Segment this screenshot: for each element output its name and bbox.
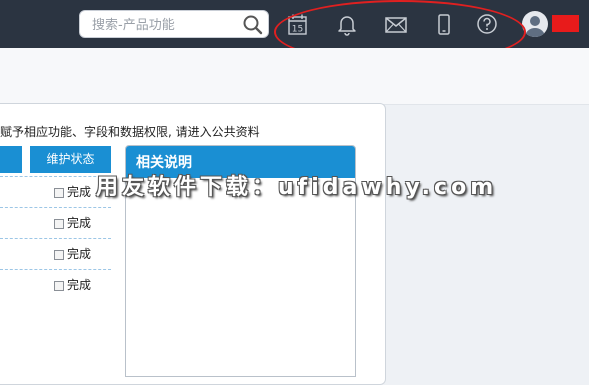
status-label: 完成 <box>67 185 92 199</box>
tab-strip <box>0 48 589 105</box>
status-checkbox[interactable] <box>54 280 64 291</box>
search-box[interactable] <box>79 10 269 39</box>
permission-description: 赋予相应功能、字段和数据权限, 请进入公共资料 <box>0 125 260 139</box>
row-divider <box>0 238 111 239</box>
status-checkbox[interactable] <box>54 249 64 260</box>
status-label: 完成 <box>67 247 92 261</box>
search-icon[interactable] <box>242 14 264 36</box>
status-checkbox[interactable] <box>54 218 64 229</box>
status-label: 完成 <box>67 216 92 230</box>
table-row: 完成 <box>54 278 91 292</box>
row-divider <box>0 176 111 177</box>
watermark-text: 用友软件下载：ufidawhy.com <box>96 175 498 200</box>
search-input[interactable] <box>90 11 244 39</box>
table-row: 完成 <box>54 216 91 230</box>
row-divider <box>0 269 111 270</box>
status-checkbox[interactable] <box>54 187 64 198</box>
table-row: 完成 <box>54 247 91 261</box>
table-header-cell <box>0 146 22 173</box>
user-name-block[interactable] <box>552 15 579 32</box>
row-divider <box>0 207 111 208</box>
status-label: 完成 <box>67 278 92 292</box>
table-row: 完成 <box>54 185 91 199</box>
